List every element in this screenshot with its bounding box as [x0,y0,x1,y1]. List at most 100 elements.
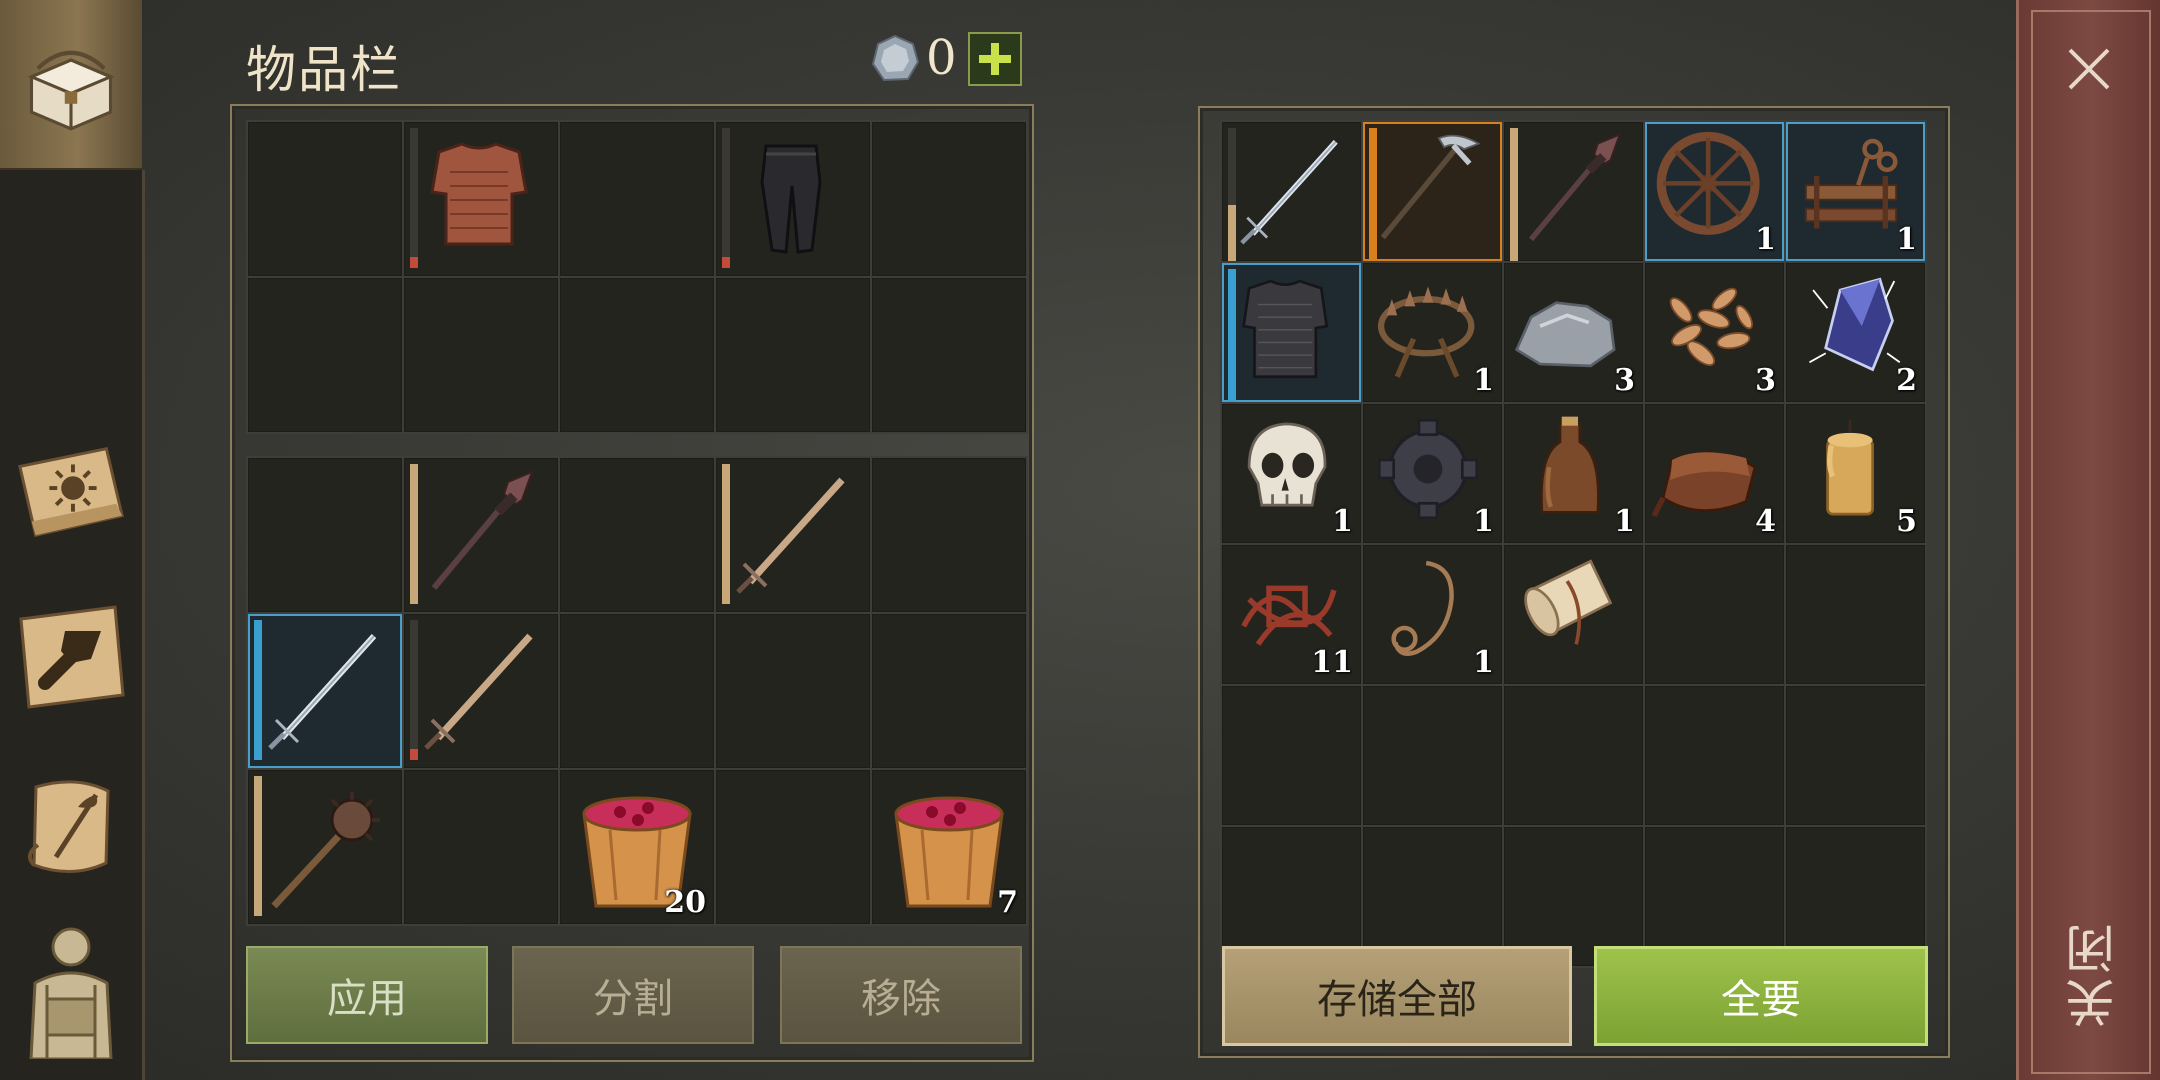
empty-slot[interactable] [404,770,558,924]
empty-slot[interactable] [1645,686,1784,825]
empty-slot[interactable] [560,278,714,432]
empty-slot[interactable] [1504,686,1643,825]
item-slot-scroll[interactable] [1504,545,1643,684]
durability-bar [1228,128,1236,261]
sidebar-item-character[interactable] [10,927,132,1059]
item-count: 4 [1755,504,1776,539]
close-icon[interactable] [2066,46,2112,92]
empty-slot[interactable] [872,122,1026,276]
mace-icon [271,792,380,909]
hammer-map-icon [19,605,125,709]
item-slot-sword-steel[interactable] [1222,122,1361,261]
durability-bar [1510,128,1518,261]
item-slot-chainmail-shirt[interactable] [404,122,558,276]
scroll-quill-icon [27,780,110,874]
empty-slot[interactable] [248,458,402,612]
empty-slot[interactable] [560,614,714,768]
sidebar-item-crafting[interactable] [10,596,132,718]
empty-slot[interactable] [872,278,1026,432]
empty-slot[interactable] [1222,686,1361,825]
item-count: 3 [1614,363,1635,398]
empty-slot[interactable] [1363,686,1502,825]
plus-icon [979,43,1011,75]
item-count: 1 [1332,504,1353,539]
chainmail-shirt-icon [430,142,528,246]
sidebar-item-chest[interactable] [0,0,142,170]
durability-bar [254,776,262,916]
store-all-button[interactable]: 存储全部 [1222,946,1572,1046]
item-slot-leather-roll[interactable]: 4 [1645,404,1784,543]
item-slot-berry-bucket[interactable]: 20 [560,770,714,924]
item-count: 11 [1311,645,1353,680]
item-slot-bottle[interactable]: 1 [1504,404,1643,543]
durability-bar [1228,269,1236,402]
item-slot-rope[interactable]: 1 [1363,545,1502,684]
item-slot-sword-steel[interactable] [248,614,402,768]
close-label[interactable]: 关闭 [2058,920,2130,1028]
empty-slot[interactable] [248,122,402,276]
empty-slot[interactable] [404,278,558,432]
item-slot-leather-pants[interactable] [716,122,870,276]
item-count: 1 [1473,363,1494,398]
item-count: 1 [1473,504,1494,539]
scroll-icon [1524,559,1613,645]
item-slot-spear[interactable] [1504,122,1643,261]
empty-slot[interactable] [560,122,714,276]
equipment-grid [246,120,1028,434]
spear-icon [1528,133,1622,242]
item-slot-spear[interactable] [404,458,558,612]
storage-grid: 1 1 1 3 3 2 1 1 1 4 5 11 1 [1220,120,1927,968]
item-slot-crystal[interactable]: 2 [1786,263,1925,402]
empty-slot[interactable] [1645,545,1784,684]
close-strip[interactable] [2016,0,2160,1080]
empty-slot[interactable] [872,458,1026,612]
sidebar-item-journal[interactable] [10,430,132,552]
empty-slot[interactable] [1786,545,1925,684]
take-all-button[interactable]: 全要 [1594,946,1928,1046]
item-count: 1 [1473,645,1494,680]
sword-bronze-icon [424,633,533,750]
sidebar-item-recipes[interactable] [10,766,132,888]
item-slot-skull[interactable]: 1 [1222,404,1361,543]
item-slot-mechanism[interactable]: 1 [1786,122,1925,261]
item-slot-berry-bucket[interactable]: 7 [872,770,1026,924]
sword-steel-icon [268,633,377,750]
split-button[interactable]: 分割 [512,946,754,1044]
item-slot-candle[interactable]: 5 [1786,404,1925,543]
item-count: 3 [1755,363,1776,398]
empty-slot[interactable] [560,458,714,612]
remove-button[interactable]: 移除 [780,946,1022,1044]
item-slot-sword-bronze[interactable] [404,614,558,768]
empty-slot[interactable] [872,614,1026,768]
item-slot-seeds[interactable]: 3 [1645,263,1784,402]
currency-count: 0 [926,30,957,86]
item-count: 1 [1614,504,1635,539]
item-slot-mace[interactable] [248,770,402,924]
item-slot-chain-armor[interactable] [1222,263,1361,402]
item-slot-tangled-cords[interactable]: 11 [1222,545,1361,684]
item-count: 1 [1755,222,1776,257]
empty-slot[interactable] [716,770,870,924]
apply-button[interactable]: 应用 [246,946,488,1044]
item-slot-pickaxe[interactable] [1363,122,1502,261]
chain-armor-icon [1242,279,1329,379]
durability-bar [410,128,418,268]
sidebar [0,0,145,1080]
leather-pants-icon [760,144,822,254]
empty-slot[interactable] [248,278,402,432]
page-title: 物品栏 [246,41,402,99]
pickaxe-icon [1380,134,1481,240]
durability-bar [410,620,418,760]
item-slot-gear[interactable]: 1 [1363,404,1502,543]
empty-slot[interactable] [716,278,870,432]
sword-steel-icon [1240,140,1338,245]
item-slot-stone[interactable]: 3 [1504,263,1643,402]
item-slot-sword-bronze[interactable] [716,458,870,612]
chest-icon [10,22,132,144]
item-slot-wheel[interactable]: 1 [1645,122,1784,261]
empty-slot[interactable] [1786,686,1925,825]
empty-slot[interactable] [716,614,870,768]
add-currency-button[interactable] [968,32,1022,86]
item-count: 1 [1896,222,1917,257]
item-slot-bear-trap[interactable]: 1 [1363,263,1502,402]
